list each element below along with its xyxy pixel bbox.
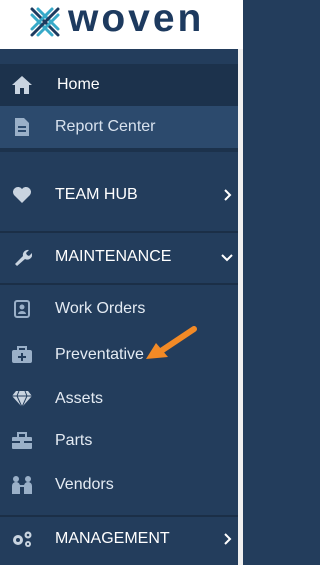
sidebar-item-parts[interactable]: Parts [0, 419, 238, 463]
diamond-icon [10, 387, 34, 411]
chevron-right-icon [224, 189, 232, 201]
divider [0, 148, 238, 152]
heart-icon [10, 183, 34, 207]
sidebar-item-label: MAINTENANCE [55, 248, 172, 265]
woven-x-mark-icon [30, 7, 60, 37]
divider [0, 283, 238, 285]
sidebar-item-label: Report Center [55, 118, 156, 135]
sidebar-item-management[interactable]: MANAGEMENT [0, 517, 238, 561]
home-icon [10, 73, 34, 97]
document-icon [10, 115, 34, 139]
sidebar-item-preventative[interactable]: Preventative [0, 333, 238, 377]
chevron-down-icon [221, 254, 233, 262]
sidebar-item-label: Home [57, 76, 100, 93]
sidebar-item-label: Vendors [55, 476, 114, 493]
sidebar-item-label: TEAM HUB [55, 186, 138, 203]
divider [0, 231, 238, 233]
toolbox-icon [10, 429, 34, 453]
sidebar-item-work-orders[interactable]: Work Orders [0, 287, 238, 331]
logo-text: woven [68, 0, 205, 40]
scrollbar[interactable] [238, 49, 243, 565]
sidebar-item-label: Preventative [55, 346, 144, 363]
chevron-right-icon [224, 533, 232, 545]
sidebar-nav: Home Report Center TEAM HUB MAINTENANCE … [0, 49, 243, 565]
annotation-arrow-icon [146, 326, 197, 359]
wrench-icon [10, 245, 34, 269]
sidebar-item-report-center[interactable]: Report Center [0, 106, 238, 148]
sidebar-item-label: Work Orders [55, 300, 146, 317]
sidebar-item-assets[interactable]: Assets [0, 377, 238, 421]
sidebar-item-team-hub[interactable]: TEAM HUB [0, 173, 238, 217]
people-icon [10, 473, 34, 497]
sidebar-item-vendors[interactable]: Vendors [0, 463, 238, 507]
sidebar-item-home[interactable]: Home [0, 64, 238, 106]
first-aid-kit-icon [10, 343, 34, 367]
id-card-icon [10, 297, 34, 321]
sidebar-item-label: MANAGEMENT [55, 530, 170, 547]
gears-icon [10, 527, 34, 551]
logo-bar: woven [0, 0, 243, 49]
sidebar-item-label: Parts [55, 432, 93, 449]
sidebar-item-label: Assets [55, 390, 104, 407]
sidebar-item-maintenance[interactable]: MAINTENANCE [0, 235, 238, 279]
